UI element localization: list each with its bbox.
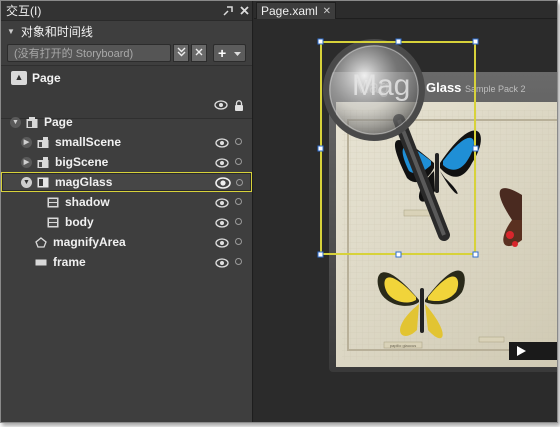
tab-label: Page.xaml xyxy=(261,4,318,18)
expand-icon[interactable]: ▼ xyxy=(10,116,21,128)
magnified-text: Mag xyxy=(352,69,410,102)
shape-icon xyxy=(47,217,59,228)
double-chevron-down-icon xyxy=(177,47,186,60)
tab-page-xaml[interactable]: Page.xaml ✕ xyxy=(256,2,336,19)
scope-label: Page xyxy=(32,71,61,85)
storyboard-placeholder: (没有打开的 Storyboard) xyxy=(14,48,134,60)
shape-icon xyxy=(47,197,59,208)
object-tree: ▼ Page ▶ smallScene ▶ bigScene ▼ magGlas… xyxy=(1,112,252,272)
canvas-icon xyxy=(37,177,49,188)
close-icon xyxy=(195,48,203,59)
expand-icon[interactable]: ▶ xyxy=(21,136,32,148)
eye-icon[interactable] xyxy=(215,137,229,151)
tree-item-magnifyarea[interactable]: magnifyArea xyxy=(1,232,252,252)
tree-item-body[interactable]: body xyxy=(1,212,252,232)
section-title: 对象和时间线 xyxy=(20,24,93,39)
tree-item-label: magGlass xyxy=(55,175,113,189)
tree-item-label: bigScene xyxy=(55,155,109,169)
close-storyboard-button[interactable] xyxy=(191,44,207,62)
storyboard-toolbar: (没有打开的 Storyboard) + xyxy=(1,41,252,65)
expand-icon[interactable]: ▼ xyxy=(21,176,32,188)
tree-item-label: frame xyxy=(53,255,86,269)
lock-toggle-icon[interactable] xyxy=(235,218,242,225)
eye-icon[interactable] xyxy=(215,257,229,271)
storyboard-picker[interactable]: (没有打开的 Storyboard) xyxy=(7,44,171,62)
tree-item-label: body xyxy=(65,215,94,229)
new-storyboard-button[interactable]: + xyxy=(213,44,246,62)
tree-item-shadow[interactable]: shadow xyxy=(1,192,252,212)
canvas-icon xyxy=(37,156,49,168)
lock-toggle-icon[interactable] xyxy=(235,138,242,145)
expand-icon[interactable]: ▶ xyxy=(21,156,32,168)
artboard-scene: Mag Glass Sample Pack 2 xyxy=(317,38,557,372)
eye-icon[interactable] xyxy=(215,197,229,211)
scope-up-icon[interactable]: ▲ xyxy=(11,71,27,85)
panel-title-bar: 交互(I) xyxy=(1,1,252,21)
tree-item-magglass[interactable]: ▼ magGlass xyxy=(1,172,252,192)
eye-icon[interactable] xyxy=(215,217,229,231)
plus-icon: + xyxy=(217,45,227,61)
design-artboard[interactable]: Mag Glass Sample Pack 2 xyxy=(254,20,557,422)
header-brand-glass: Glass xyxy=(426,80,461,95)
lock-toggle-icon[interactable] xyxy=(235,158,242,165)
card-label: papilio glaucus xyxy=(390,343,416,348)
document-tab-strip: Page.xaml ✕ xyxy=(254,1,557,19)
lock-toggle-icon[interactable] xyxy=(235,198,242,205)
playback-bar xyxy=(509,342,557,360)
eye-icon[interactable] xyxy=(214,99,228,113)
tree-empty-area xyxy=(1,271,252,422)
collapse-triangle-icon: ▼ xyxy=(7,26,15,36)
panel-title: 交互(I) xyxy=(6,4,42,18)
objects-timeline-header[interactable]: ▼ 对象和时间线 xyxy=(1,21,252,41)
eye-icon[interactable] xyxy=(215,177,231,192)
tree-item-label: magnifyArea xyxy=(53,235,126,249)
tree-item-frame[interactable]: frame xyxy=(1,252,252,272)
tree-item-bigscene[interactable]: ▶ bigScene xyxy=(1,152,252,172)
scope-header: ▲ Page xyxy=(1,65,252,119)
page-icon xyxy=(26,116,38,128)
storyboard-dropdown-button[interactable] xyxy=(173,44,189,62)
rectangle-icon xyxy=(35,257,47,268)
pin-icon[interactable] xyxy=(220,3,236,19)
tree-item-label: Page xyxy=(44,115,73,129)
tree-item-label: shadow xyxy=(65,195,110,209)
canvas-icon xyxy=(37,136,49,148)
close-tab-icon[interactable]: ✕ xyxy=(323,6,331,17)
tree-item-smallscene[interactable]: ▶ smallScene xyxy=(1,132,252,152)
tree-item-label: smallScene xyxy=(55,135,122,149)
ellipse-icon xyxy=(35,236,47,248)
interaction-panel: 交互(I) ▼ 对象和时间线 (没有打开的 Storyboard) + ▲ Pa… xyxy=(1,1,253,422)
lock-toggle-icon[interactable] xyxy=(236,179,243,186)
close-icon[interactable] xyxy=(236,3,252,19)
eye-icon[interactable] xyxy=(215,157,229,171)
tree-item-page[interactable]: ▼ Page xyxy=(1,112,252,132)
chevron-down-icon xyxy=(234,46,242,60)
lock-toggle-icon[interactable] xyxy=(235,238,242,245)
eye-icon[interactable] xyxy=(215,237,229,251)
app-window: 交互(I) ▼ 对象和时间线 (没有打开的 Storyboard) + ▲ Pa… xyxy=(0,0,558,423)
lock-toggle-icon[interactable] xyxy=(235,258,242,265)
